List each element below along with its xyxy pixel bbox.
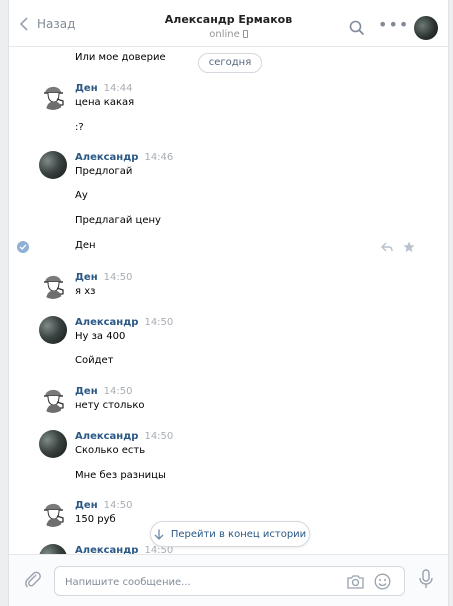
detective-avatar-icon [44, 503, 64, 527]
author-name[interactable]: Александр [75, 431, 138, 442]
message-text: Ну за 400 [75, 331, 126, 342]
message-time[interactable]: 14:50 [104, 272, 133, 283]
avatar[interactable] [39, 82, 67, 110]
date-separator: сегодня [198, 53, 262, 73]
avatar[interactable] [39, 271, 67, 299]
message-text: нету столько [75, 400, 145, 411]
jump-to-end-label: Перейти в конец истории [170, 528, 307, 540]
message-input-box[interactable] [54, 566, 405, 596]
message-text: Предлагай цену [75, 215, 161, 226]
author-name[interactable]: Ден [75, 83, 98, 94]
author-name[interactable]: Александр [75, 317, 138, 328]
message-text: Ау [75, 190, 88, 201]
mobile-icon [242, 30, 248, 38]
contact-avatar[interactable] [414, 16, 438, 40]
message-text: Сколько есть [75, 445, 146, 456]
star-icon[interactable] [403, 241, 415, 253]
status-text: online [209, 29, 240, 40]
author-name[interactable]: Александр [75, 545, 138, 554]
message-text: Предлогай [75, 166, 133, 177]
message-text: я хз [75, 286, 96, 297]
message-text: Ден [75, 240, 96, 251]
message-time[interactable]: 14:50 [144, 431, 173, 442]
message-text: :? [75, 122, 84, 133]
microphone-icon[interactable] [418, 569, 434, 589]
selected-check-icon[interactable] [17, 241, 29, 253]
paperclip-icon[interactable] [24, 571, 42, 589]
author-name[interactable]: Ден [75, 500, 98, 511]
message-time[interactable]: 14:50 [104, 500, 133, 511]
arrow-down-icon [154, 529, 164, 540]
message-author[interactable]: Александр 14:50 [75, 431, 173, 442]
message-history[interactable]: Или мое доверие сегодня Ден 14:44 цена ка… [9, 48, 448, 554]
author-name[interactable]: Ден [75, 386, 98, 397]
reply-icon[interactable] [381, 241, 393, 253]
emoji-icon[interactable] [374, 573, 391, 590]
more-icon[interactable]: ••• [378, 17, 409, 33]
message-composer [9, 554, 448, 606]
camera-icon[interactable] [347, 574, 364, 589]
detective-avatar-icon [44, 389, 64, 413]
detective-avatar-icon [44, 275, 64, 299]
detective-avatar-icon [44, 86, 64, 110]
message-text: Или мое доверие [75, 52, 166, 63]
message-author[interactable]: Александр 14:50 [75, 317, 173, 328]
message-text: Сойдет [75, 355, 114, 366]
message-text: Мне без разницы [75, 470, 166, 481]
avatar[interactable] [39, 544, 67, 554]
avatar[interactable] [39, 499, 67, 527]
message-time[interactable]: 14:50 [144, 317, 173, 328]
jump-to-end-button[interactable]: Перейти в конец истории [150, 521, 310, 547]
message-text: цена какая [75, 97, 135, 108]
avatar[interactable] [39, 151, 67, 179]
message-author[interactable]: Ден 14:50 [75, 500, 132, 511]
message-author[interactable]: Александр 14:46 [75, 152, 173, 163]
author-name[interactable]: Ден [75, 272, 98, 283]
message-author[interactable]: Ден 14:50 [75, 386, 132, 397]
message-input[interactable] [65, 574, 335, 590]
avatar[interactable] [39, 430, 67, 458]
message-text: 150 руб [75, 514, 116, 525]
chat-window: Назад Александр Ермаков online ••• Или м… [8, 0, 449, 606]
chat-header: Назад Александр Ермаков online ••• [9, 0, 448, 47]
avatar[interactable] [39, 385, 67, 413]
message-author[interactable]: Ден 14:44 [75, 83, 132, 94]
message-time[interactable]: 14:46 [144, 152, 173, 163]
message-author[interactable]: Ден 14:50 [75, 272, 132, 283]
search-icon[interactable] [349, 20, 365, 36]
avatar[interactable] [39, 316, 67, 344]
message-time[interactable]: 14:44 [104, 83, 133, 94]
author-name[interactable]: Александр [75, 152, 138, 163]
message-time[interactable]: 14:50 [104, 386, 133, 397]
